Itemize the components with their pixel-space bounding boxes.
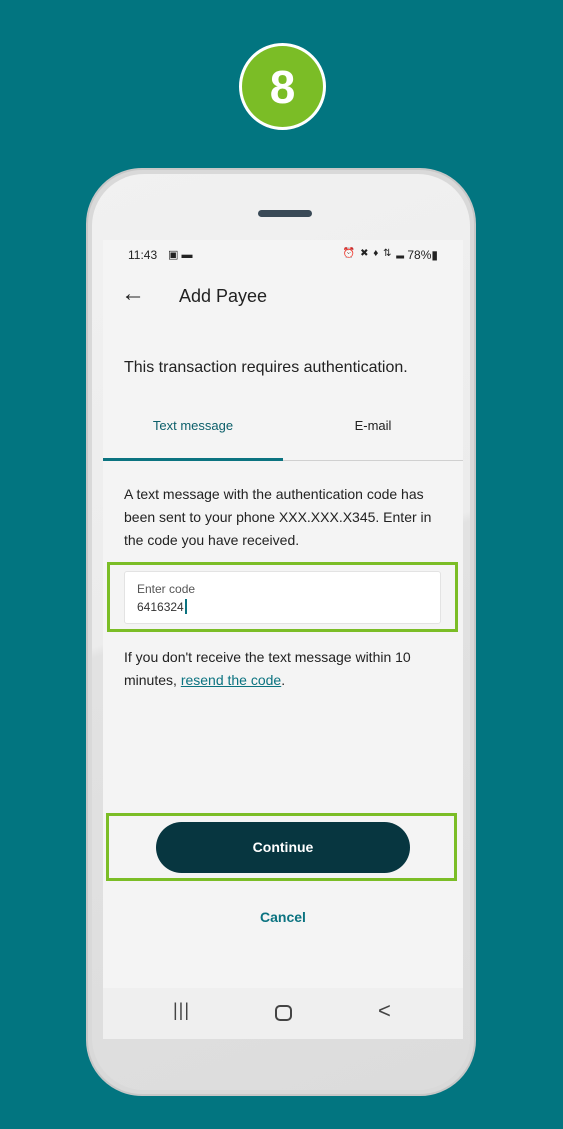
tab-text-message[interactable]: Text message bbox=[103, 412, 283, 461]
recent-apps-icon[interactable]: ||| bbox=[173, 1000, 190, 1021]
battery-level: 78%▮ bbox=[407, 248, 438, 262]
system-status-icons: ⏰ ✖ ♦ ⇅ ▂ bbox=[342, 248, 405, 259]
app-header: ← Add Payee bbox=[103, 278, 463, 318]
sent-code-message: A text message with the authentication c… bbox=[124, 486, 432, 548]
resend-help-suffix: . bbox=[281, 672, 286, 688]
nav-back-icon[interactable]: < bbox=[378, 998, 391, 1024]
phone-speaker bbox=[258, 210, 312, 217]
tab-email[interactable]: E-mail bbox=[283, 412, 463, 461]
status-time: 11:43 bbox=[128, 248, 158, 262]
status-bar: 11:43 ▣ ▬ ⏰ ✖ ♦ ⇅ ▂ 78%▮ bbox=[103, 240, 463, 270]
android-nav-bar: ||| < bbox=[103, 988, 463, 1039]
auth-method-tabs: Text message E-mail bbox=[103, 412, 463, 461]
resend-help-text: If you don't receive the text message wi… bbox=[124, 646, 454, 692]
home-icon[interactable] bbox=[275, 1005, 292, 1021]
code-input[interactable]: Enter code 6416324 bbox=[124, 571, 441, 624]
continue-button[interactable]: Continue bbox=[156, 822, 410, 873]
code-input-value[interactable]: 6416324 bbox=[137, 599, 187, 614]
back-arrow-icon[interactable]: ← bbox=[121, 280, 145, 308]
auth-heading: This transaction requires authentication… bbox=[124, 359, 408, 376]
notification-icons: ▣ ▬ bbox=[168, 249, 193, 261]
step-number-badge: 8 bbox=[239, 43, 326, 130]
step-number: 8 bbox=[269, 60, 296, 113]
code-input-label: Enter code bbox=[137, 582, 196, 596]
text-cursor bbox=[184, 599, 187, 614]
resend-code-link[interactable]: resend the code bbox=[181, 672, 281, 688]
page-title: Add Payee bbox=[179, 286, 268, 306]
cancel-button[interactable]: Cancel bbox=[233, 909, 333, 925]
phone-screen: 11:43 ▣ ▬ ⏰ ✖ ♦ ⇅ ▂ 78%▮ ← Add Payee Thi… bbox=[103, 240, 463, 1039]
